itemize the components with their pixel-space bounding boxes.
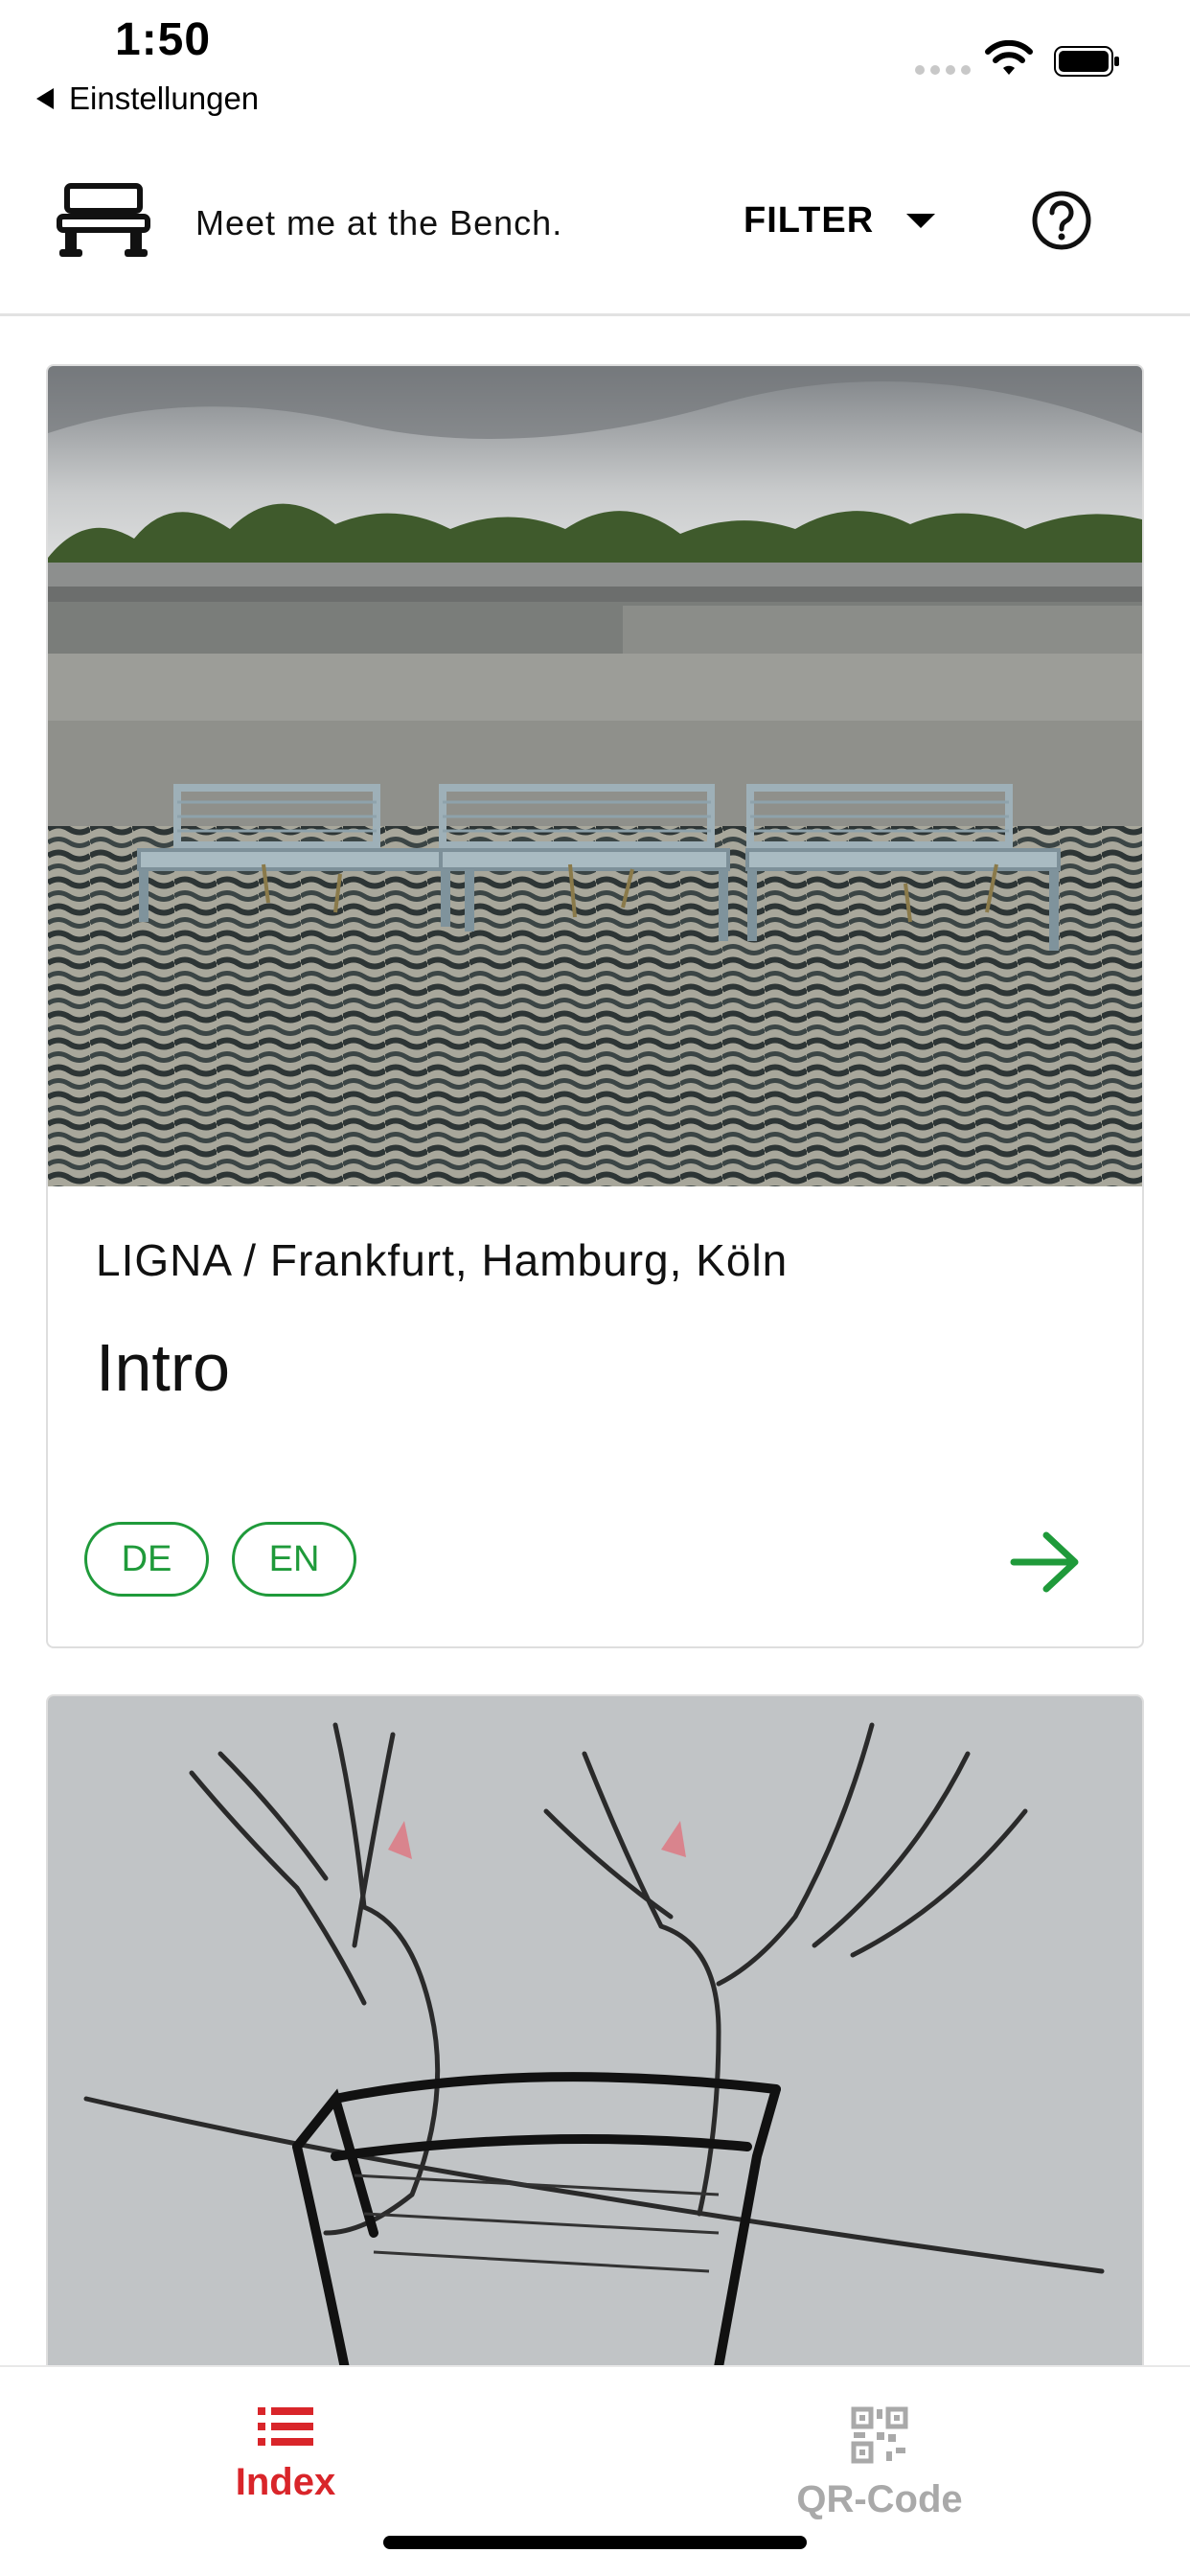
status-bar: 1:50 Einstellungen <box>0 0 1190 144</box>
tab-index-label: Index <box>235 2461 336 2503</box>
signal-dots-icon <box>915 65 971 75</box>
caret-down-icon <box>906 213 936 228</box>
status-time: 1:50 <box>115 14 212 65</box>
card-photo-benches <box>48 366 1142 1186</box>
qr-code-icon <box>851 2406 908 2464</box>
card-title: Intro <box>96 1330 231 1405</box>
back-link-label: Einstellungen <box>69 80 260 116</box>
filter-label: FILTER <box>744 199 875 241</box>
bench-logo-icon[interactable] <box>56 182 151 259</box>
card-drawing-creatures <box>48 1696 1142 2382</box>
tab-qr-code[interactable]: QR-Code <box>736 2405 1023 2521</box>
arrow-right-icon[interactable] <box>1010 1530 1081 1595</box>
back-triangle-icon <box>36 88 54 109</box>
project-card[interactable]: LIGNA / Frankfurt, Hamburg, Köln Intro D… <box>46 364 1144 1648</box>
project-card[interactable] <box>46 1694 1144 2384</box>
tab-index[interactable]: Index <box>142 2405 429 2504</box>
help-circle-icon[interactable] <box>1031 190 1092 251</box>
tab-qr-code-label: QR-Code <box>796 2478 963 2520</box>
card-subtitle: LIGNA / Frankfurt, Hamburg, Köln <box>96 1235 789 1285</box>
home-indicator <box>383 2536 807 2549</box>
app-header: Meet me at the Bench. FILTER <box>0 144 1190 316</box>
language-chips: DE EN <box>84 1522 356 1597</box>
filter-dropdown-button[interactable]: FILTER <box>744 194 936 247</box>
wifi-icon <box>985 40 1033 75</box>
list-icon <box>258 2407 313 2446</box>
language-chip-en[interactable]: EN <box>232 1522 356 1597</box>
back-to-settings-link[interactable]: Einstellungen <box>36 80 259 117</box>
app-title: Meet me at the Bench. <box>195 203 563 242</box>
language-chip-de[interactable]: DE <box>84 1522 209 1597</box>
battery-icon <box>1054 46 1119 77</box>
